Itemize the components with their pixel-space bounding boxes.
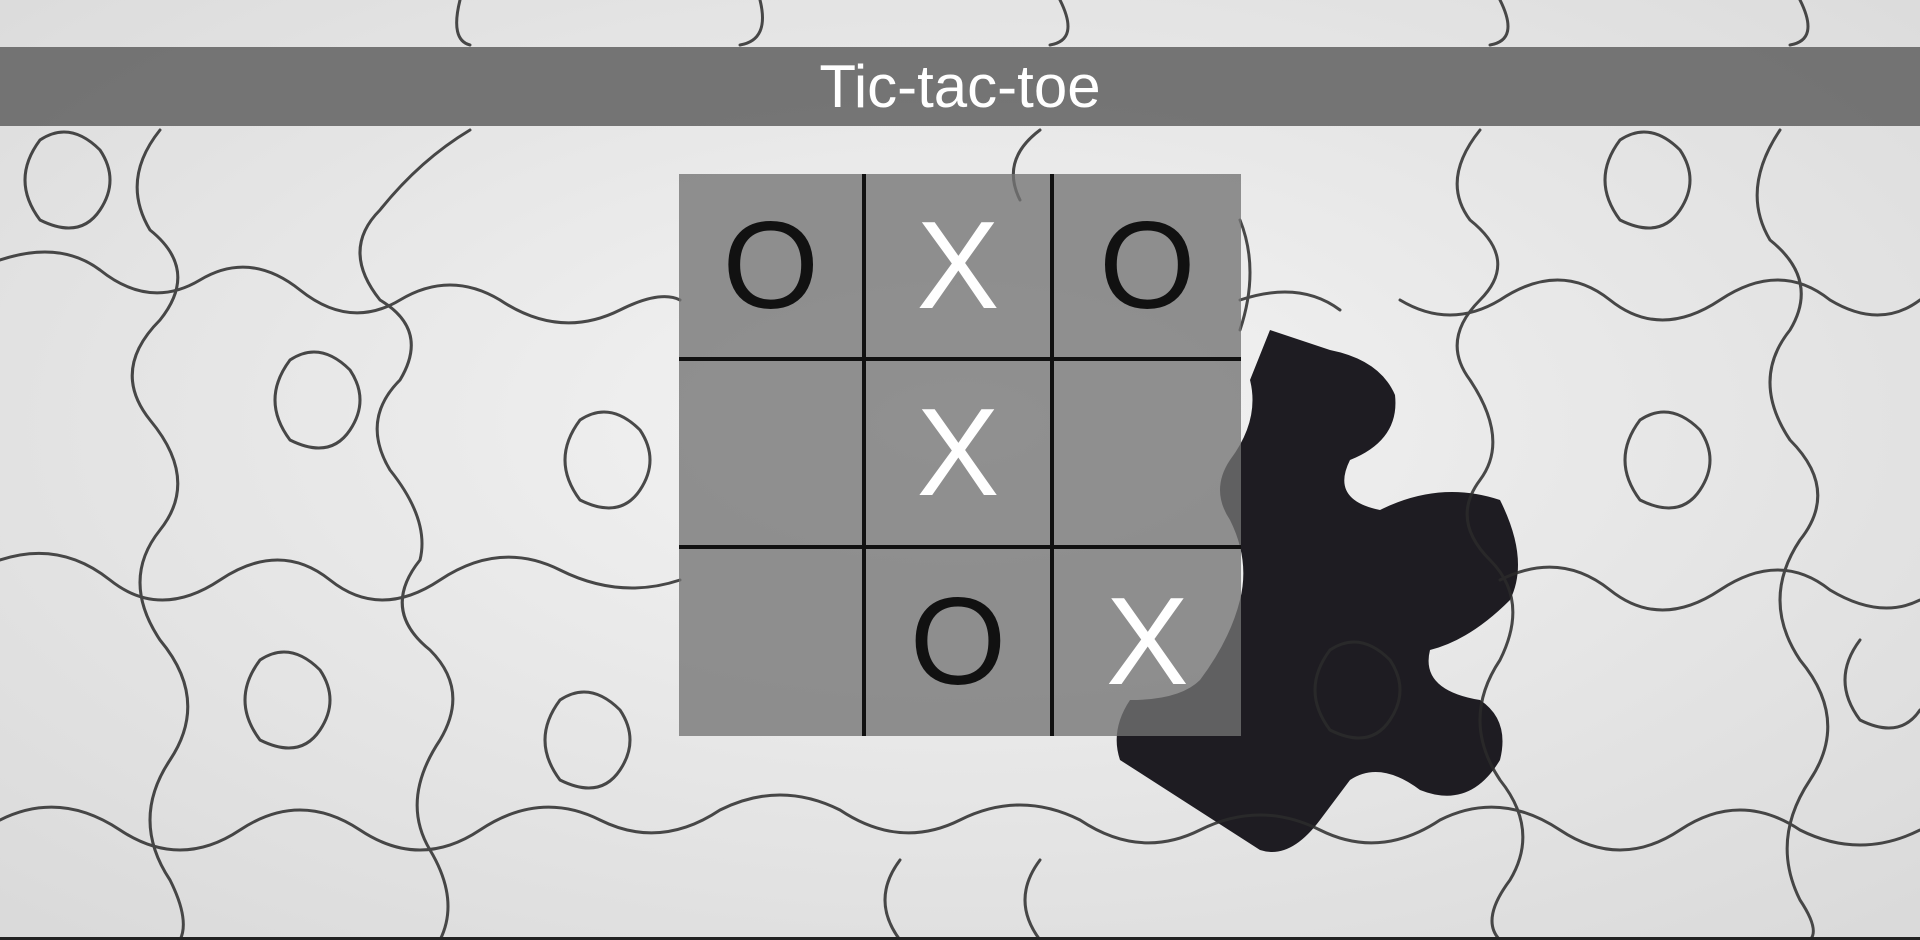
- o-mark: O: [1099, 196, 1196, 335]
- board-cell-2-2[interactable]: X: [1053, 548, 1241, 736]
- board-cell-0-0[interactable]: O: [679, 174, 867, 362]
- game-board: O X O X O X: [679, 174, 1241, 736]
- x-mark: X: [916, 383, 1000, 522]
- board-cell-2-1[interactable]: O: [866, 548, 1054, 736]
- board-cell-1-1[interactable]: X: [866, 361, 1054, 549]
- board-cell-2-0[interactable]: [679, 548, 867, 736]
- o-mark: O: [909, 573, 1007, 712]
- page-title: Tic-tac-toe: [819, 52, 1101, 120]
- board-cell-1-2[interactable]: [1053, 361, 1241, 549]
- x-mark: X: [916, 196, 1000, 335]
- board-cell-0-1[interactable]: X: [866, 174, 1054, 362]
- board-cell-0-2[interactable]: O: [1053, 174, 1241, 362]
- title-banner: Tic-tac-toe: [0, 47, 1920, 126]
- board-cell-1-0[interactable]: [679, 361, 867, 549]
- x-mark: X: [1105, 573, 1189, 712]
- o-mark: O: [722, 196, 819, 335]
